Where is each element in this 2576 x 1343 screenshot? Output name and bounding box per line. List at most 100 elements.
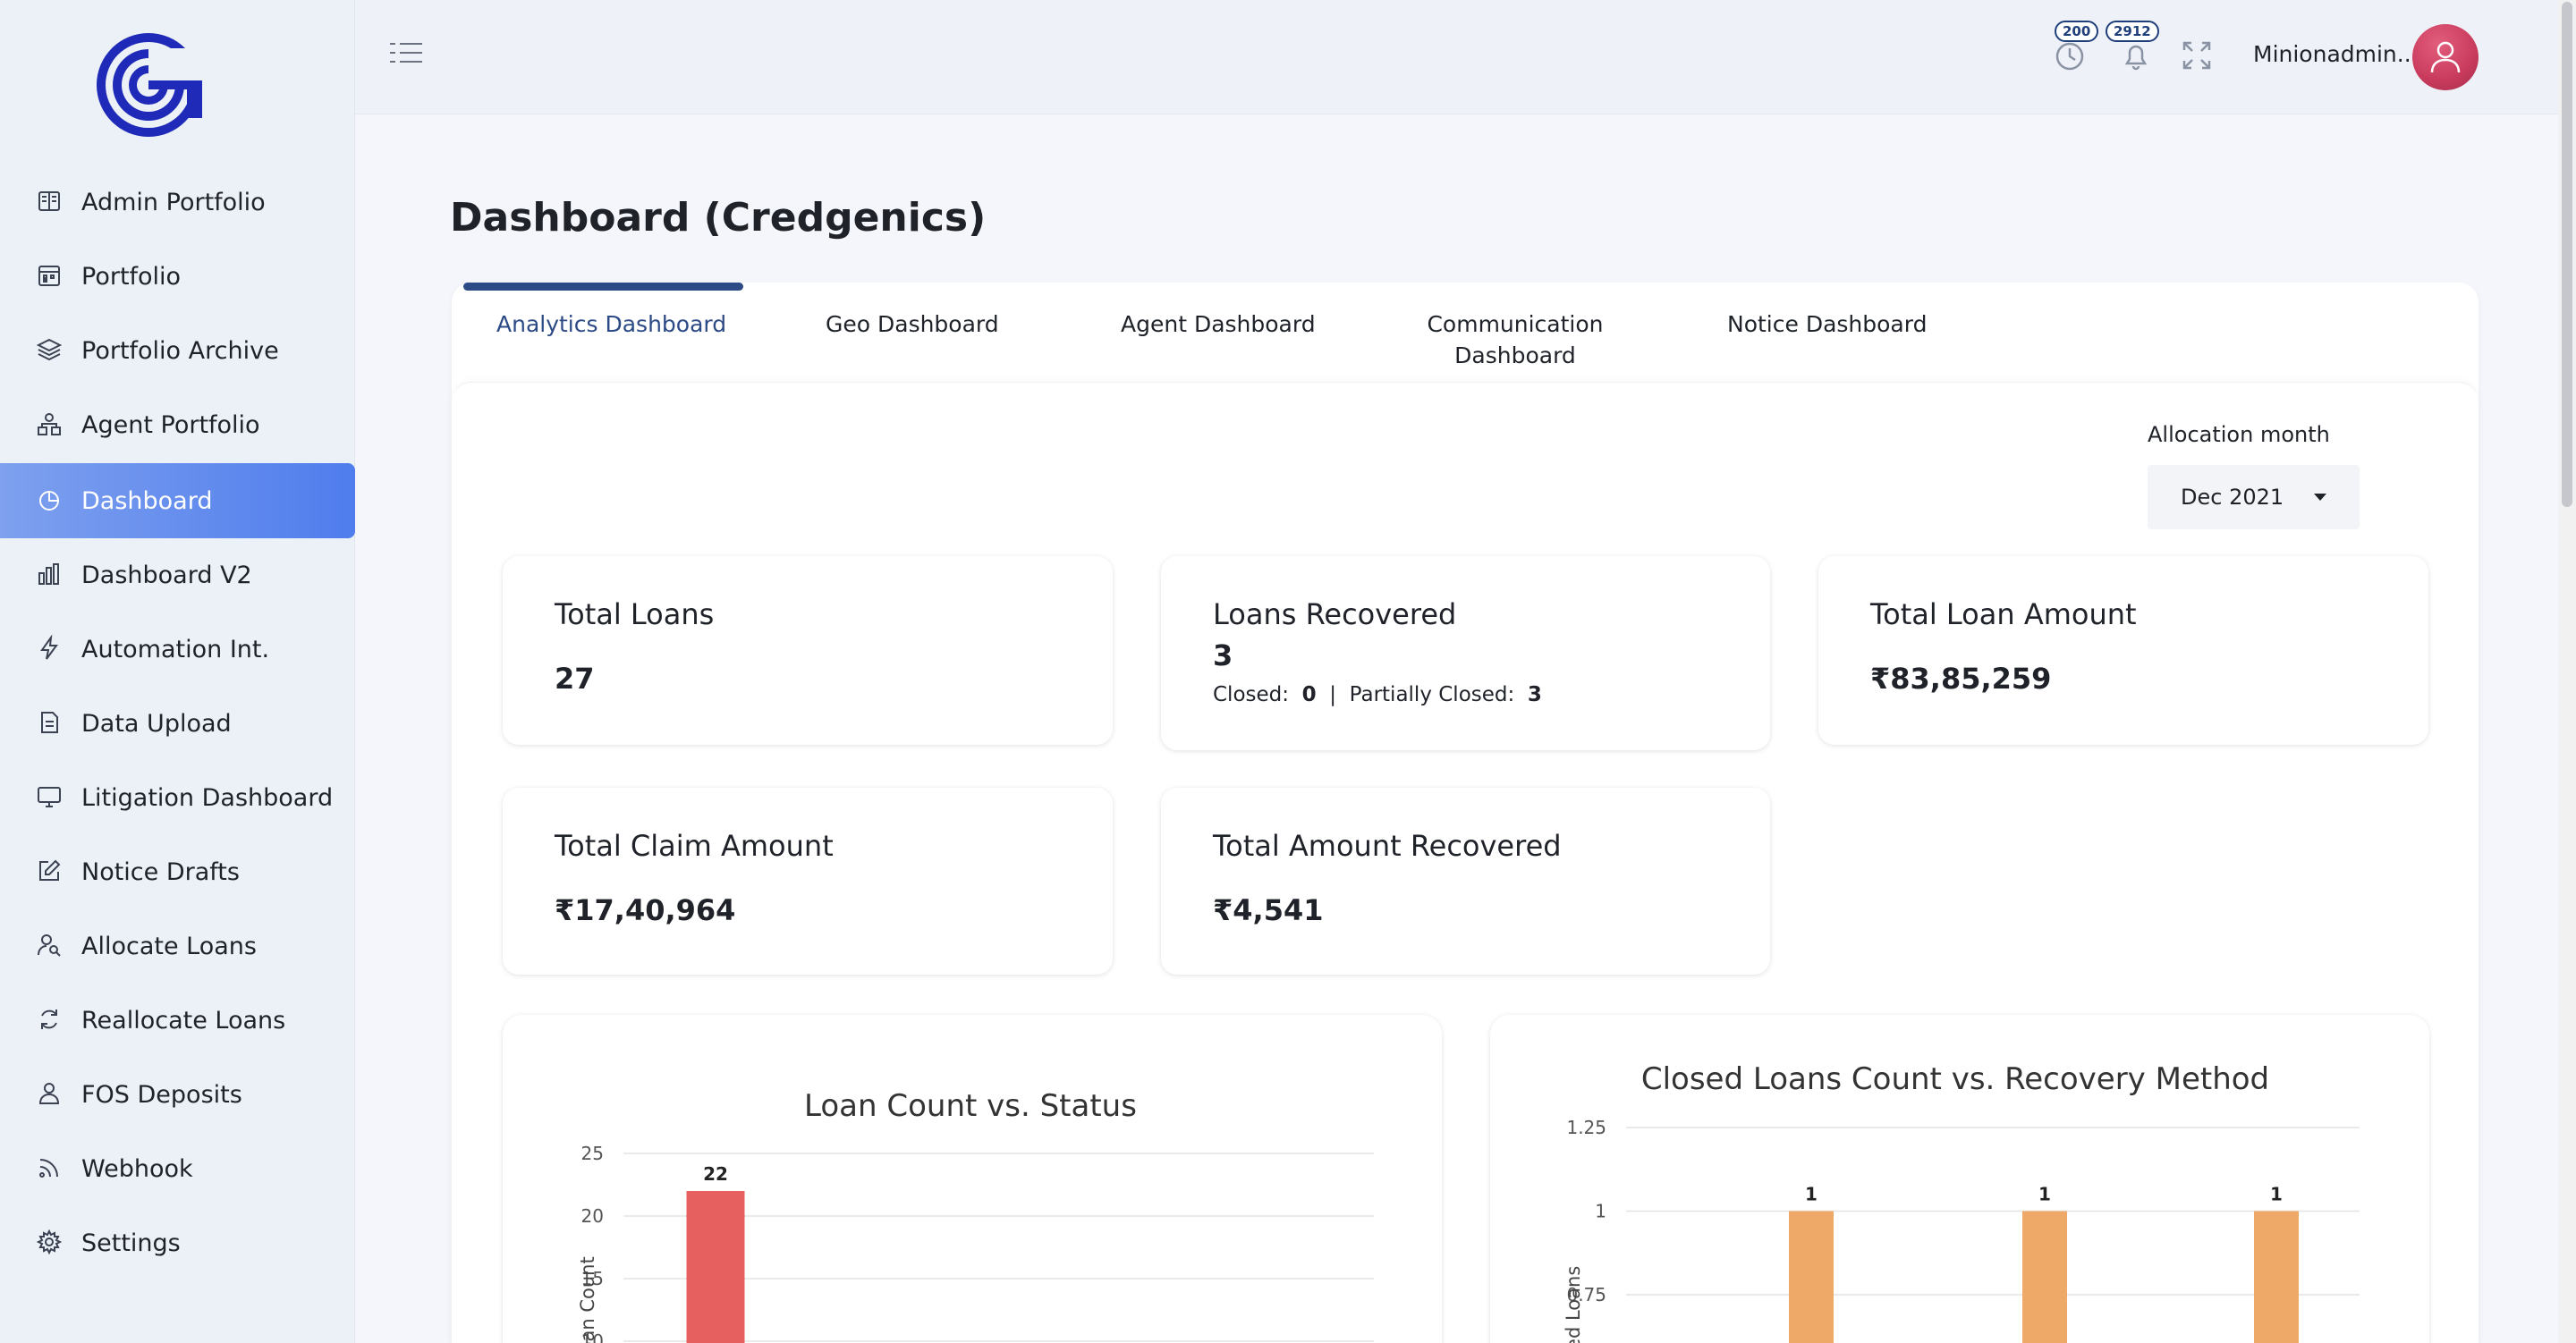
closed-value: 0	[1301, 683, 1317, 706]
chart-card-loan-count-status: Loan Count vs. Status 10 15 20 25 Loan Count 2…	[503, 1015, 1442, 1343]
sidebar-item-allocate-loans[interactable]: Allocate Loans	[0, 908, 355, 984]
calendar-grid-icon	[36, 262, 63, 289]
sidebar-item-label: FOS Deposits	[81, 1080, 242, 1109]
stat-title: Loans Recovered	[1213, 597, 1457, 631]
credgenics-logo[interactable]	[94, 30, 203, 139]
edit-icon	[36, 857, 63, 884]
loans-recovered-breakdown: Closed: 0 | Partially Closed: 3	[1213, 683, 1542, 706]
bar	[686, 1191, 745, 1343]
allocation-month-select[interactable]: Dec 2021	[2148, 465, 2360, 529]
tab-analytics-dashboard[interactable]: Analytics Dashboard	[496, 308, 726, 340]
page-scrollbar[interactable]	[2558, 0, 2576, 1343]
y-axis-label: Closed Loans	[1563, 1266, 1584, 1343]
bar	[2254, 1211, 2299, 1343]
monitor-icon	[36, 783, 63, 810]
page-title: Dashboard (Credgenics)	[450, 195, 987, 241]
top-bar	[355, 0, 2558, 114]
sidebar-item-label: Admin Portfolio	[81, 188, 266, 216]
sidebar-item-label: Reallocate Loans	[81, 1006, 286, 1035]
clock-badge: 200	[2055, 21, 2099, 42]
stat-value: 3	[1213, 638, 1233, 672]
notification-badge: 2912	[2106, 21, 2159, 42]
user-search-icon	[36, 932, 63, 959]
bar	[2022, 1211, 2067, 1343]
sidebar: Admin Portfolio Portfolio Portfolio Arch…	[0, 0, 355, 1343]
sidebar-item-portfolio[interactable]: Portfolio	[0, 239, 355, 314]
sidebar-item-agent-portfolio[interactable]: Agent Portfolio	[0, 387, 355, 462]
sidebar-item-data-upload[interactable]: Data Upload	[0, 686, 355, 761]
stat-card-total-loan-amount: Total Loan Amount ₹83,85,259	[1818, 556, 2428, 745]
sidebar-item-automation[interactable]: Automation Int.	[0, 612, 355, 687]
loan-count-status-chart: Loan Count vs. Status10152025Loan Count2…	[577, 1088, 1374, 1343]
closed-loans-recovery-chart: Closed Loans Count vs. Recovery Method0.…	[1563, 1061, 2360, 1343]
sidebar-item-settings[interactable]: Settings	[0, 1205, 355, 1280]
book-icon	[36, 188, 63, 215]
chart-card-closed-loans-recovery: Closed Loans Count vs. Recovery Method 0.…	[1490, 1015, 2429, 1343]
tab-agent-dashboard[interactable]: Agent Dashboard	[1121, 308, 1316, 340]
bar-data-label: 1	[2038, 1184, 2051, 1205]
tab-geo-dashboard[interactable]: Geo Dashboard	[826, 308, 999, 340]
bar-data-label: 1	[2270, 1184, 2283, 1205]
allocation-month-value: Dec 2021	[2181, 485, 2284, 510]
sidebar-item-label: Dashboard	[81, 486, 213, 515]
sidebar-item-label: Webhook	[81, 1154, 193, 1183]
bell-icon[interactable]	[2118, 38, 2154, 73]
y-tick-label: 20	[581, 1205, 604, 1227]
user-icon	[36, 1080, 63, 1107]
sidebar-item-label: Notice Drafts	[81, 857, 240, 886]
sidebar-item-label: Allocate Loans	[81, 932, 257, 960]
stat-card-total-claim-amount: Total Claim Amount ₹17,40,964	[503, 788, 1113, 975]
sidebar-item-litigation-dashboard[interactable]: Litigation Dashboard	[0, 760, 355, 835]
refresh-icon	[36, 1006, 63, 1033]
sidebar-item-label: Agent Portfolio	[81, 410, 260, 439]
gear-icon	[36, 1229, 63, 1255]
bar-data-label: 22	[703, 1163, 728, 1185]
sidebar-item-dashboard[interactable]: Dashboard	[0, 463, 355, 538]
fullscreen-icon[interactable]	[2179, 38, 2215, 73]
y-tick-label: 25	[581, 1143, 604, 1164]
bar-data-label: 1	[1805, 1184, 1818, 1205]
lightning-icon	[36, 635, 63, 662]
sidebar-item-label: Portfolio Archive	[81, 336, 279, 365]
y-tick-label: 1	[1595, 1201, 1606, 1222]
sidebar-item-admin-portfolio[interactable]: Admin Portfolio	[0, 165, 355, 240]
bar-chart-icon	[36, 561, 63, 587]
pie-chart-icon	[36, 486, 63, 513]
chart-title: Loan Count vs. Status	[804, 1088, 1137, 1124]
rss-icon	[36, 1154, 63, 1181]
tab-notice-dashboard[interactable]: Notice Dashboard	[1727, 308, 1927, 340]
y-axis-label: Loan Count	[577, 1256, 598, 1343]
sidebar-item-label: Automation Int.	[81, 635, 270, 663]
sidebar-item-label: Data Upload	[81, 709, 232, 738]
closed-label: Closed:	[1213, 683, 1290, 706]
sidebar-item-portfolio-archive[interactable]: Portfolio Archive	[0, 313, 355, 388]
active-tab-indicator	[463, 283, 743, 291]
clock-icon[interactable]	[2052, 38, 2088, 73]
sidebar-item-label: Portfolio	[81, 262, 182, 291]
caret-down-icon	[2314, 494, 2326, 501]
sidebar-item-dashboard-v2[interactable]: Dashboard V2	[0, 537, 355, 612]
menu-toggle-icon[interactable]	[388, 39, 424, 66]
tab-communication-dashboard[interactable]: Communication Dashboard	[1411, 308, 1619, 371]
partially-closed-label: Partially Closed:	[1349, 683, 1515, 706]
sidebar-item-webhook[interactable]: Webhook	[0, 1131, 355, 1206]
sidebar-item-fos-deposits[interactable]: FOS Deposits	[0, 1057, 355, 1132]
sidebar-item-notice-drafts[interactable]: Notice Drafts	[0, 834, 355, 909]
allocation-month-label: Allocation month	[2148, 422, 2330, 447]
avatar[interactable]	[2412, 24, 2479, 90]
sidebar-item-label: Litigation Dashboard	[81, 783, 334, 812]
document-upload-icon	[36, 709, 63, 736]
stat-title: Total Loan Amount	[1870, 597, 2137, 631]
stat-title: Total Loans	[555, 597, 715, 631]
stat-title: Total Amount Recovered	[1213, 829, 1562, 863]
stat-card-total-amount-recovered: Total Amount Recovered ₹4,541	[1161, 788, 1770, 975]
sidebar-item-reallocate-loans[interactable]: Reallocate Loans	[0, 983, 355, 1058]
breakdown-separator: |	[1329, 683, 1337, 706]
sidebar-item-label: Settings	[81, 1229, 181, 1257]
chart-title: Closed Loans Count vs. Recovery Method	[1641, 1061, 2269, 1097]
scrollbar-thumb[interactable]	[2562, 2, 2572, 507]
layers-icon	[36, 336, 63, 363]
partially-closed-value: 3	[1527, 683, 1542, 706]
username[interactable]: Minionadmin..	[2253, 41, 2411, 67]
stat-value: ₹4,541	[1213, 893, 1324, 927]
